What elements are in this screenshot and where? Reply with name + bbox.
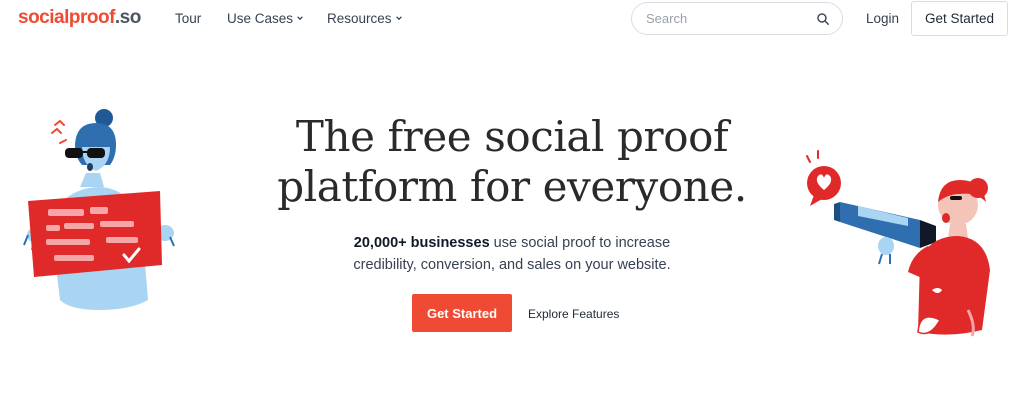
brand-logo[interactable]: socialproof.so: [18, 7, 141, 29]
nav-resources-label: Resources: [327, 11, 392, 26]
nav-use-cases-dropdown[interactable]: Use Cases: [227, 11, 304, 26]
nav-use-cases-label: Use Cases: [227, 11, 294, 26]
search-box: [631, 2, 843, 35]
nav-get-started-button[interactable]: Get Started: [911, 1, 1008, 36]
brand-tld: .so: [114, 7, 141, 28]
hero-subtitle-line2: credibility, conversion, and sales on yo…: [353, 257, 671, 273]
nav-tour-link[interactable]: Tour: [175, 11, 201, 26]
hero-subtitle: 20,000+ businesses use social proof to i…: [262, 232, 762, 276]
nav-tour-label: Tour: [175, 11, 202, 26]
hero-subtitle-highlight: 20,000+ businesses: [353, 235, 490, 251]
hero-title: The free social proof platform for every…: [230, 112, 794, 212]
woman-with-megaphone-illustration: [806, 150, 990, 337]
chevron-down-icon: [395, 16, 402, 21]
top-navbar: socialproof.so Tour Use Cases Resources …: [0, 0, 1024, 38]
explore-features-link[interactable]: Explore Features: [528, 307, 619, 321]
woman-holding-sign-illustration: [23, 109, 175, 310]
nav-resources-dropdown[interactable]: Resources: [327, 11, 403, 26]
search-input[interactable]: [646, 11, 806, 26]
brand-name: socialproof: [18, 7, 115, 28]
hero-title-line1: The free social proof: [295, 112, 729, 161]
hero-subtitle-rest: use social proof to increase: [489, 235, 671, 251]
login-link[interactable]: Login: [866, 11, 899, 26]
chevron-down-icon: [297, 16, 303, 21]
hero-get-started-button[interactable]: Get Started: [412, 294, 512, 332]
hero-title-line2: platform for everyone.: [277, 162, 747, 211]
search-icon[interactable]: [816, 12, 830, 26]
